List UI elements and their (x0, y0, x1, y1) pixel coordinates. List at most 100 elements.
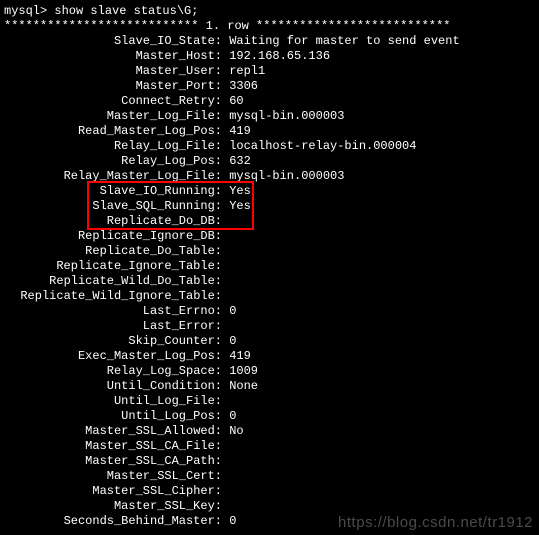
field-label: Replicate_Ignore_Table: (4, 259, 222, 274)
field-label: Until_Log_Pos: (4, 409, 222, 424)
field-value (222, 484, 229, 499)
field-label: Relay_Log_Space: (4, 364, 222, 379)
field-value: Waiting for master to send event (222, 34, 460, 49)
field-label: Master_Host: (4, 49, 222, 64)
status-row: Master_SSL_CA_File: (4, 439, 535, 454)
status-row: Master_Port: 3306 (4, 79, 535, 94)
field-label: Until_Log_File: (4, 394, 222, 409)
status-row: Skip_Counter: 0 (4, 334, 535, 349)
field-label: Master_SSL_CA_Path: (4, 454, 222, 469)
field-value (222, 289, 229, 304)
field-value (222, 214, 229, 229)
field-value (222, 499, 229, 514)
field-value: Yes (222, 199, 251, 214)
status-row: Master_SSL_Key: (4, 499, 535, 514)
status-row: Master_Log_File: mysql-bin.000003 (4, 109, 535, 124)
field-value: 0 (222, 514, 236, 529)
status-row: Until_Log_Pos: 0 (4, 409, 535, 424)
status-row: Slave_IO_State: Waiting for master to se… (4, 34, 535, 49)
field-label: Connect_Retry: (4, 94, 222, 109)
field-value: Yes (222, 184, 251, 199)
status-row: Until_Condition: None (4, 379, 535, 394)
field-value: localhost-relay-bin.000004 (222, 139, 416, 154)
field-label: Slave_IO_State: (4, 34, 222, 49)
status-row: Master_SSL_Cert: (4, 469, 535, 484)
field-label: Master_User: (4, 64, 222, 79)
field-label: Read_Master_Log_Pos: (4, 124, 222, 139)
field-value (222, 469, 229, 484)
field-label: Slave_IO_Running: (4, 184, 222, 199)
field-value: 0 (222, 304, 236, 319)
field-label: Until_Condition: (4, 379, 222, 394)
status-row: Last_Errno: 0 (4, 304, 535, 319)
row-header: *************************** 1. row *****… (4, 19, 535, 34)
field-value: mysql-bin.000003 (222, 169, 344, 184)
field-label: Replicate_Ignore_DB: (4, 229, 222, 244)
status-row: Relay_Master_Log_File: mysql-bin.000003 (4, 169, 535, 184)
watermark: https://blog.csdn.net/tr1912 (338, 515, 533, 530)
field-label: Skip_Counter: (4, 334, 222, 349)
field-value (222, 274, 229, 289)
field-label: Replicate_Do_DB: (4, 214, 222, 229)
field-label: Last_Errno: (4, 304, 222, 319)
status-output: Slave_IO_State: Waiting for master to se… (4, 34, 535, 529)
field-label: Master_SSL_Key: (4, 499, 222, 514)
field-label: Master_SSL_Allowed: (4, 424, 222, 439)
field-value: 632 (222, 154, 251, 169)
field-value: 192.168.65.136 (222, 49, 330, 64)
status-row: Exec_Master_Log_Pos: 419 (4, 349, 535, 364)
field-value: 1009 (222, 364, 258, 379)
field-label: Slave_SQL_Running: (4, 199, 222, 214)
status-row: Master_Host: 192.168.65.136 (4, 49, 535, 64)
field-label: Replicate_Wild_Do_Table: (4, 274, 222, 289)
field-value: repl1 (222, 64, 265, 79)
field-value: No (222, 424, 244, 439)
field-label: Last_Error: (4, 319, 222, 334)
field-value: 3306 (222, 79, 258, 94)
field-label: Replicate_Wild_Ignore_Table: (4, 289, 222, 304)
field-value: mysql-bin.000003 (222, 109, 344, 124)
field-label: Relay_Master_Log_File: (4, 169, 222, 184)
status-row: Last_Error: (4, 319, 535, 334)
status-row: Master_SSL_Allowed: No (4, 424, 535, 439)
field-value: None (222, 379, 258, 394)
field-label: Master_Log_File: (4, 109, 222, 124)
status-row: Relay_Log_File: localhost-relay-bin.0000… (4, 139, 535, 154)
field-label: Master_SSL_Cert: (4, 469, 222, 484)
field-value: 419 (222, 124, 251, 139)
field-value (222, 244, 229, 259)
field-label: Replicate_Do_Table: (4, 244, 222, 259)
field-label: Master_Port: (4, 79, 222, 94)
field-label: Exec_Master_Log_Pos: (4, 349, 222, 364)
field-value: 419 (222, 349, 251, 364)
field-label: Master_SSL_CA_File: (4, 439, 222, 454)
field-value (222, 259, 229, 274)
status-row: Slave_SQL_Running: Yes (4, 199, 535, 214)
status-row: Master_SSL_Cipher: (4, 484, 535, 499)
status-row: Master_User: repl1 (4, 64, 535, 79)
field-label: Relay_Log_File: (4, 139, 222, 154)
field-label: Master_SSL_Cipher: (4, 484, 222, 499)
status-row: Replicate_Ignore_DB: (4, 229, 535, 244)
field-value: 0 (222, 409, 236, 424)
field-label: Relay_Log_Pos: (4, 154, 222, 169)
status-row: Replicate_Wild_Do_Table: (4, 274, 535, 289)
field-value (222, 439, 229, 454)
status-row: Relay_Log_Pos: 632 (4, 154, 535, 169)
field-value (222, 319, 229, 334)
status-row: Replicate_Wild_Ignore_Table: (4, 289, 535, 304)
field-value: 60 (222, 94, 244, 109)
status-row: Master_SSL_CA_Path: (4, 454, 535, 469)
status-row: Replicate_Ignore_Table: (4, 259, 535, 274)
field-value: 0 (222, 334, 236, 349)
mysql-prompt[interactable]: mysql> show slave status\G; (4, 4, 535, 19)
field-label: Seconds_Behind_Master: (4, 514, 222, 529)
status-row: Until_Log_File: (4, 394, 535, 409)
status-row: Relay_Log_Space: 1009 (4, 364, 535, 379)
field-value (222, 394, 229, 409)
status-row: Slave_IO_Running: Yes (4, 184, 535, 199)
field-value (222, 229, 229, 244)
status-row: Replicate_Do_DB: (4, 214, 535, 229)
status-row: Connect_Retry: 60 (4, 94, 535, 109)
field-value (222, 454, 229, 469)
